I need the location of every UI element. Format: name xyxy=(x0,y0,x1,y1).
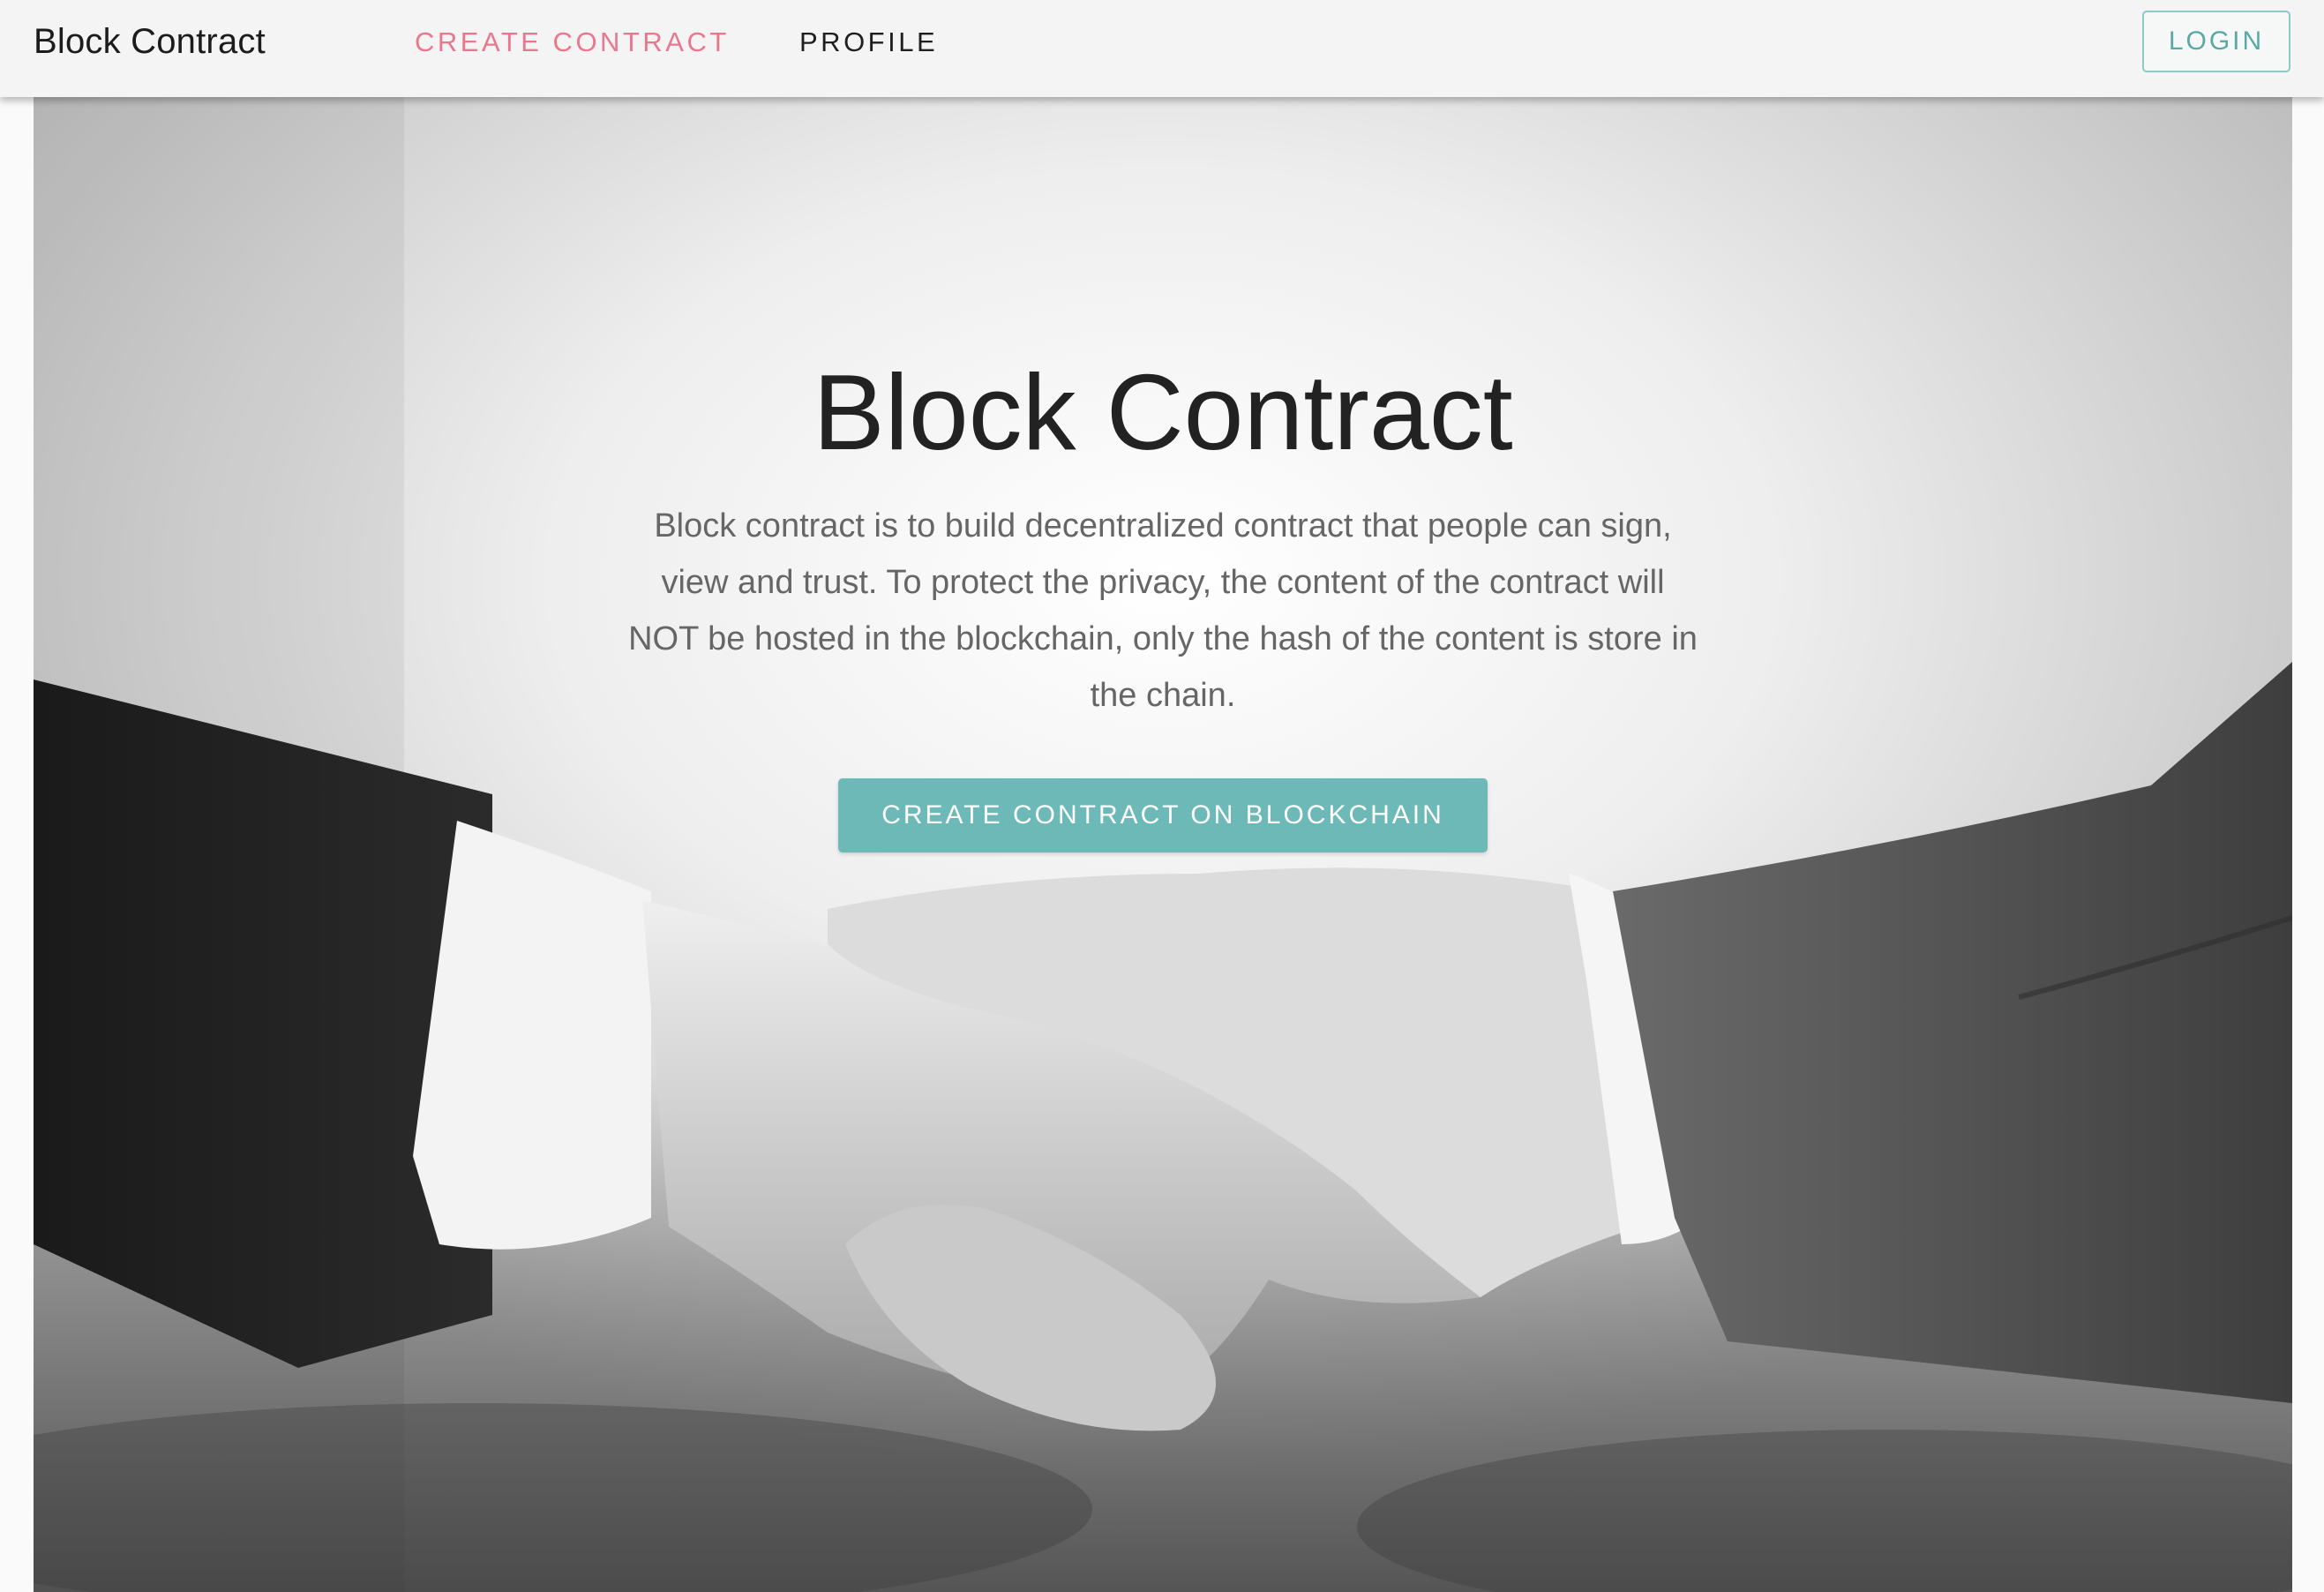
nav-link-create-contract[interactable]: CREATE CONTRACT xyxy=(415,25,730,60)
hero-title: Block Contract xyxy=(813,352,1513,472)
top-navbar: Block Contract CREATE CONTRACT PROFILE L… xyxy=(0,0,2324,97)
hero-content: Block Contract Block contract is to buil… xyxy=(34,97,2292,1592)
hero-description: Block contract is to build decentralized… xyxy=(628,507,1698,714)
nav-link-profile[interactable]: PROFILE xyxy=(799,25,938,60)
hero-section: Block Contract Block contract is to buil… xyxy=(34,97,2292,1592)
brand-logo-text[interactable]: Block Contract xyxy=(34,19,266,64)
login-button[interactable]: LOGIN xyxy=(2142,11,2290,72)
create-contract-on-blockchain-button[interactable]: CREATE CONTRACT ON BLOCKCHAIN xyxy=(838,778,1488,852)
